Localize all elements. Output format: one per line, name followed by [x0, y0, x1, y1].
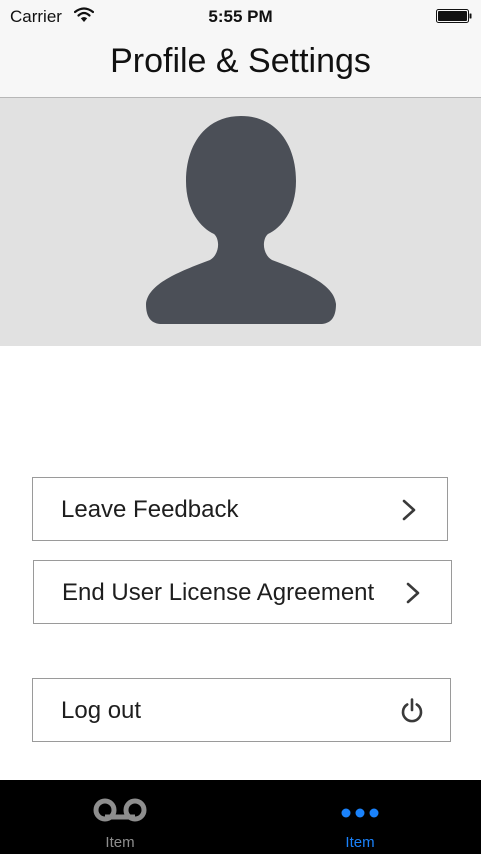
eula-button[interactable]: End User License Agreement — [33, 560, 452, 624]
leave-feedback-button[interactable]: Leave Feedback — [32, 477, 448, 541]
user-silhouette-icon — [146, 116, 336, 324]
tab-item-1[interactable]: Item — [0, 780, 240, 854]
leave-feedback-label: Leave Feedback — [61, 496, 239, 523]
status-bar: Carrier 5:55 PM — [0, 0, 481, 32]
more-dots-icon — [341, 808, 379, 818]
page-title: Profile & Settings — [110, 42, 371, 80]
voicemail-icon — [93, 798, 147, 822]
power-icon — [401, 698, 423, 723]
tab-item-1-label: Item — [105, 834, 135, 851]
eula-label: End User License Agreement — [62, 579, 375, 606]
logout-button[interactable]: Log out — [32, 678, 451, 742]
tab-item-2[interactable]: Item — [240, 780, 480, 854]
battery-icon — [436, 9, 472, 23]
tab-item-2-label: Item — [345, 834, 375, 851]
navigation-bar: Profile & Settings — [0, 32, 481, 98]
chevron-right-icon — [406, 582, 420, 604]
avatar-area — [0, 98, 481, 346]
chevron-right-icon — [402, 499, 416, 521]
tab-bar: Item Item — [0, 780, 481, 854]
logout-label: Log out — [61, 697, 142, 724]
clock: 5:55 PM — [208, 7, 273, 26]
